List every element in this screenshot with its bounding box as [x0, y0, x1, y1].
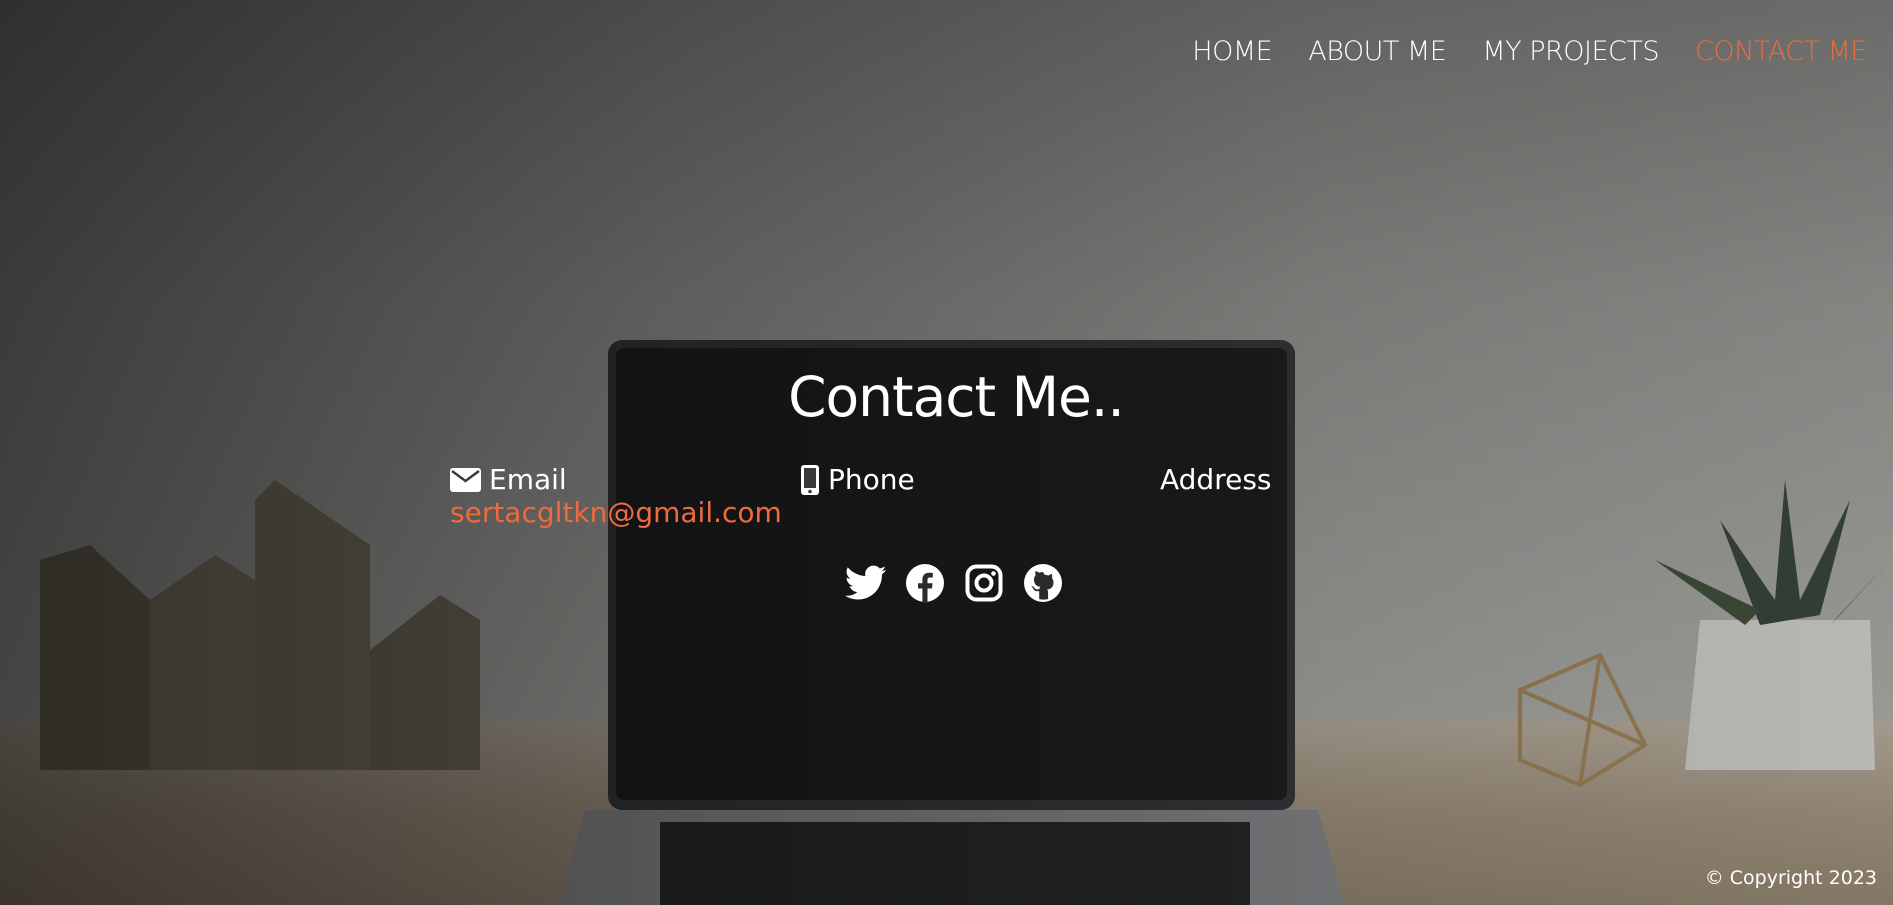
page-title: Contact Me.. [788, 365, 1125, 429]
phone-label-text: Phone [828, 463, 915, 496]
nav-about-me[interactable]: ABOUT ME [1308, 36, 1447, 67]
twitter-icon[interactable] [845, 562, 887, 604]
social-links [845, 562, 1064, 604]
email-label: Email [450, 463, 567, 496]
mobile-phone-icon [801, 464, 819, 495]
page: HOME ABOUT ME MY PROJECTS CONTACT ME Con… [0, 0, 1893, 905]
email-link[interactable]: sertacgltkn@gmail.com [450, 496, 782, 529]
nav-contact-me[interactable]: CONTACT ME [1695, 36, 1867, 67]
main-nav: HOME ABOUT ME MY PROJECTS CONTACT ME [1192, 36, 1867, 67]
nav-my-projects[interactable]: MY PROJECTS [1482, 36, 1659, 67]
address-label: Address [1160, 463, 1272, 496]
dark-overlay [0, 0, 1893, 905]
facebook-icon[interactable] [904, 562, 946, 604]
address-label-text: Address [1160, 463, 1272, 496]
phone-label: Phone [800, 463, 915, 496]
email-label-text: Email [489, 463, 567, 496]
nav-home[interactable]: HOME [1192, 36, 1272, 67]
instagram-icon[interactable] [963, 562, 1005, 604]
copyright-text: © Copyright 2023 [1704, 867, 1877, 889]
envelope-icon [450, 467, 481, 492]
github-icon[interactable] [1022, 562, 1064, 604]
